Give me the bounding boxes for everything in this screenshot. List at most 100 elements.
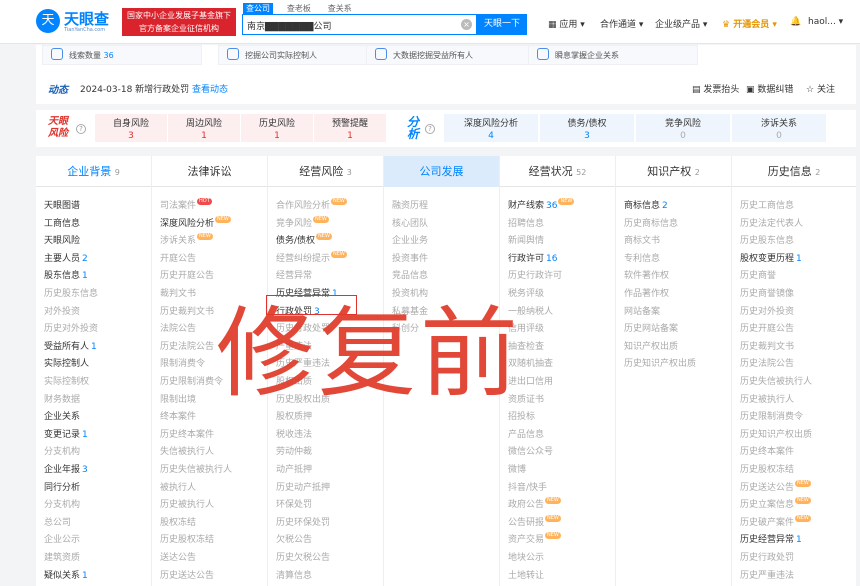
- category-item[interactable]: 建筑资质: [44, 550, 80, 563]
- category-item[interactable]: 核心团队: [392, 216, 428, 229]
- tab-ip[interactable]: 知识产权 2: [616, 156, 732, 187]
- category-item[interactable]: 政府公告 NEW: [508, 497, 561, 510]
- category-item[interactable]: 历史商誉镜像: [740, 286, 794, 299]
- category-item[interactable]: 历史股东信息: [44, 286, 98, 299]
- bell-icon[interactable]: 🔔: [790, 17, 801, 27]
- category-item[interactable]: 历史经营异常 1: [740, 532, 802, 545]
- category-item[interactable]: 实际控制人: [44, 356, 89, 369]
- category-item[interactable]: 股东信息 1: [44, 268, 88, 281]
- category-item[interactable]: 新闻舆情: [508, 233, 544, 246]
- tab-operating-status[interactable]: 经营状况 52: [500, 156, 616, 187]
- category-item[interactable]: 历史对外投资: [44, 321, 98, 334]
- tab-development[interactable]: 公司发展: [384, 156, 500, 187]
- category-item[interactable]: 分支机构: [44, 444, 80, 457]
- category-item[interactable]: 财务数据: [44, 392, 80, 405]
- category-item[interactable]: 历史裁判文书: [740, 339, 794, 352]
- category-item[interactable]: 历史知识产权出质: [740, 427, 812, 440]
- category-item[interactable]: 历史失信被执行人: [740, 374, 812, 387]
- category-item[interactable]: 实际控制权: [44, 374, 89, 387]
- category-item[interactable]: 历史对外投资: [740, 304, 794, 317]
- category-item[interactable]: 合作风险分析 NEW: [276, 198, 347, 211]
- category-item[interactable]: 历史环保处罚: [276, 515, 330, 528]
- category-item[interactable]: 投资事件: [392, 251, 428, 264]
- category-item[interactable]: 历史被执行人: [160, 497, 214, 510]
- invoice-button[interactable]: ▤ 发票抬头: [692, 82, 739, 95]
- tab-search-boss[interactable]: 查老板: [284, 3, 314, 14]
- tab-history[interactable]: 历史信息 2: [732, 156, 856, 187]
- view-dynamics-link[interactable]: 查看动态: [192, 85, 228, 95]
- category-item[interactable]: 企业业务: [392, 233, 428, 246]
- category-item[interactable]: 竞品信息: [392, 268, 428, 281]
- category-item[interactable]: 竞争风险 NEW: [276, 215, 329, 229]
- category-item[interactable]: 税收违法: [276, 427, 312, 440]
- category-item[interactable]: 企业年报 3: [44, 462, 88, 475]
- category-item[interactable]: 分支机构: [44, 497, 80, 510]
- category-item[interactable]: 历史行政处罚: [740, 550, 794, 563]
- competition-analysis[interactable]: 竞争风险 0: [636, 114, 730, 142]
- deep-risk-analysis[interactable]: 深度风险分析 4: [444, 114, 538, 142]
- category-item[interactable]: 资产交易 NEW: [508, 532, 561, 545]
- category-item[interactable]: 司法案件 HOT: [160, 198, 212, 211]
- category-item[interactable]: 历史送达公告: [160, 568, 214, 581]
- category-item[interactable]: 同行分析: [44, 480, 80, 493]
- category-item[interactable]: 公告研报 NEW: [508, 514, 561, 528]
- category-item[interactable]: 地块公示: [508, 550, 544, 563]
- category-item[interactable]: 历史工商信息: [740, 198, 794, 211]
- category-item[interactable]: 送达公告: [160, 550, 196, 563]
- category-item[interactable]: 历史失信被执行人: [160, 462, 232, 475]
- category-item[interactable]: 商标文书: [624, 233, 660, 246]
- category-item[interactable]: 历史立案信息 NEW: [740, 497, 811, 510]
- category-item[interactable]: 股权冻结: [160, 515, 196, 528]
- category-item[interactable]: 历史限制消费令: [160, 374, 223, 387]
- category-item[interactable]: 裁判文书: [160, 286, 196, 299]
- category-item[interactable]: 经营异常: [276, 268, 312, 281]
- category-item[interactable]: 历史终本案件: [740, 444, 794, 457]
- category-item[interactable]: 历史股权冻结: [160, 532, 214, 545]
- category-item[interactable]: 历史商誉: [740, 268, 776, 281]
- feature-clues[interactable]: 线索数量 36: [42, 45, 202, 65]
- risk-self[interactable]: 自身风险 3: [95, 114, 167, 142]
- promo-banner[interactable]: 国家中小企业发展子基金旗下 官方备案企业征信机构: [122, 8, 236, 36]
- category-item[interactable]: 财产线索 36 NEW: [508, 198, 575, 211]
- risk-warning[interactable]: 预警提醒 1: [314, 114, 386, 142]
- nav-vip[interactable]: ♛ 开通会员 ▾: [722, 17, 777, 30]
- category-item[interactable]: 历史欠税公告: [276, 550, 330, 563]
- category-item[interactable]: 抖音/快手: [508, 480, 547, 493]
- category-item[interactable]: 土地转让: [508, 568, 544, 581]
- category-item[interactable]: 历史法院公告: [740, 356, 794, 369]
- category-item[interactable]: 债务/债权 NEW: [276, 233, 332, 246]
- tab-legal[interactable]: 法律诉讼: [152, 156, 268, 187]
- category-item[interactable]: 被执行人: [160, 480, 196, 493]
- help-icon[interactable]: ?: [425, 124, 435, 134]
- category-item[interactable]: 工商信息: [44, 216, 80, 229]
- category-item[interactable]: 失信被执行人: [160, 444, 214, 457]
- tab-search-company[interactable]: 查公司: [243, 3, 273, 14]
- category-item[interactable]: 历史商标信息: [624, 216, 678, 229]
- tianyancha-logo[interactable]: 天 天眼查 TianYanCha.com: [36, 7, 120, 37]
- category-item[interactable]: 历史送达公告 NEW: [740, 479, 811, 493]
- category-item[interactable]: 历史开庭公告: [740, 321, 794, 334]
- category-item[interactable]: 历史行政许可: [508, 268, 562, 281]
- category-item[interactable]: 专利信息: [624, 251, 660, 264]
- category-item[interactable]: 疑似关系 1: [44, 568, 88, 581]
- category-item[interactable]: 动产抵押: [276, 462, 312, 475]
- feature-controller[interactable]: 挖掘公司实际控制人: [218, 45, 388, 65]
- category-item[interactable]: 限制出境: [160, 392, 196, 405]
- category-item[interactable]: 产品信息: [508, 427, 544, 440]
- category-item[interactable]: 历史网站备案: [624, 321, 678, 334]
- category-item[interactable]: 企业关系: [44, 409, 80, 422]
- category-item[interactable]: 融资历程: [392, 198, 428, 211]
- feature-relation[interactable]: 瞬息掌握企业关系: [528, 45, 698, 65]
- nav-app[interactable]: ▦ 应用 ▾: [548, 17, 585, 30]
- help-icon[interactable]: ?: [76, 124, 86, 134]
- category-item[interactable]: 知识产权出质: [624, 339, 678, 352]
- risk-surrounding[interactable]: 周边风险 1: [168, 114, 240, 142]
- risk-history[interactable]: 历史风险 1: [241, 114, 313, 142]
- category-item[interactable]: 历史破产案件 NEW: [740, 514, 811, 528]
- category-item[interactable]: 欠税公告: [276, 532, 312, 545]
- category-item[interactable]: 历史限制消费令: [740, 409, 803, 422]
- search-button[interactable]: 天眼一下: [477, 14, 527, 35]
- category-item[interactable]: 历史开庭公告: [160, 268, 214, 281]
- nav-channel[interactable]: 合作通道 ▾: [600, 17, 643, 30]
- category-item[interactable]: 历史被执行人: [740, 392, 794, 405]
